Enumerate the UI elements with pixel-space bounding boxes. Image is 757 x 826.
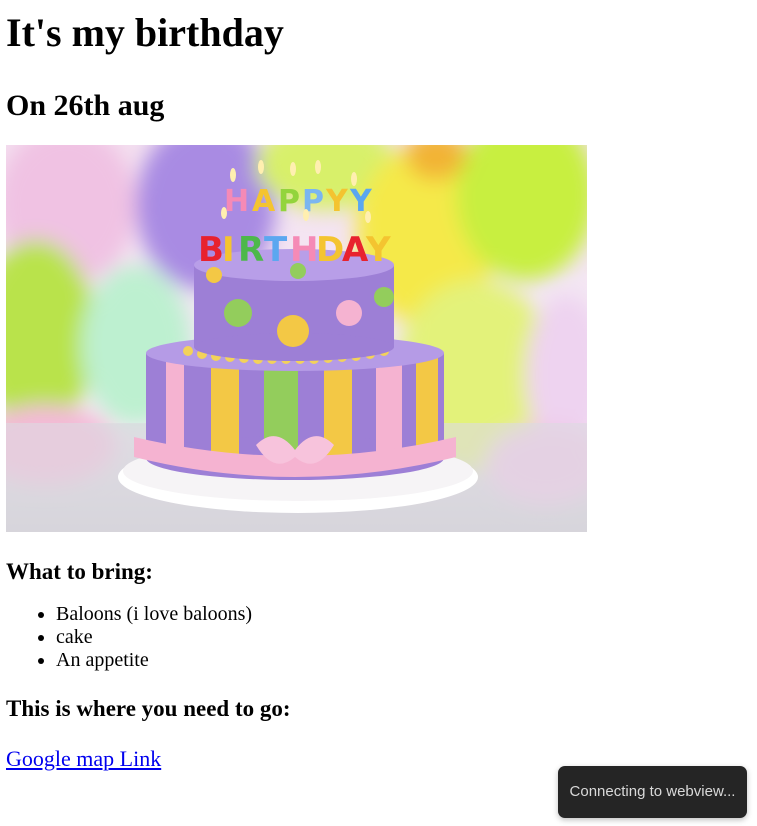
svg-text:A: A	[342, 230, 369, 270]
svg-text:A: A	[252, 184, 276, 219]
page-title: It's my birthday	[6, 10, 284, 55]
list-item: Baloons (i love baloons)	[56, 603, 746, 626]
location-heading: This is where you need to go:	[6, 696, 291, 721]
svg-text:D: D	[316, 230, 344, 270]
svg-text:H: H	[224, 184, 249, 219]
page-subtitle: On 26th aug	[6, 89, 165, 122]
svg-text:H: H	[290, 230, 318, 270]
webview-toast: Connecting to webview...	[558, 766, 747, 818]
page-content: It's my birthday On 26th aug H A P P Y Y…	[6, 0, 746, 772]
svg-text:P: P	[278, 184, 300, 219]
svg-text:B: B	[198, 230, 224, 270]
birthday-cake-image: H A P P Y Y B I R T H D A Y	[6, 145, 587, 532]
google-map-link[interactable]: Google map Link	[6, 746, 161, 772]
bring-list: Baloons (i love baloons) cake An appetit…	[6, 603, 746, 672]
list-item: cake	[56, 626, 746, 649]
svg-text:Y: Y	[365, 230, 391, 270]
svg-text:T: T	[264, 230, 288, 270]
svg-text:Y: Y	[325, 184, 349, 219]
bring-heading: What to bring:	[6, 559, 153, 584]
list-item: An appetite	[56, 649, 746, 672]
svg-text:R: R	[238, 230, 264, 270]
svg-text:I: I	[222, 230, 235, 270]
